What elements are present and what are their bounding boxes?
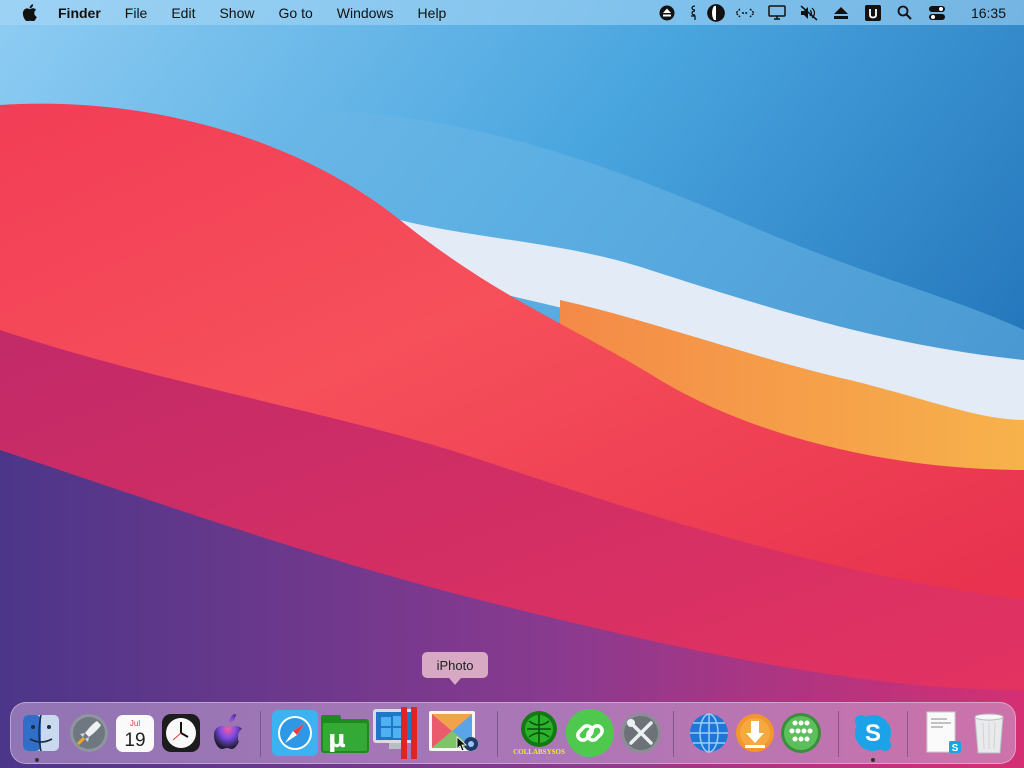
dock-separator bbox=[497, 711, 498, 757]
dock-skype[interactable]: S bbox=[847, 707, 899, 759]
desktop-wallpaper bbox=[0, 0, 1024, 768]
collabsysos-globe-icon: COLLABSYSOS bbox=[513, 711, 565, 756]
display-icon[interactable] bbox=[761, 0, 793, 25]
apple-music-icon bbox=[214, 714, 242, 749]
dock-collabsysos[interactable]: COLLABSYSOS bbox=[513, 707, 565, 759]
control-center-icon[interactable] bbox=[921, 0, 953, 25]
apple-logo-icon[interactable] bbox=[0, 4, 58, 21]
menu-help[interactable]: Help bbox=[406, 0, 459, 25]
dock-separator bbox=[838, 711, 839, 757]
utorrent-folder-icon: µ bbox=[321, 715, 369, 753]
calendar-day: 19 bbox=[124, 730, 145, 751]
dock: Jul 19 µ COLLABSYSOS S S bbox=[10, 702, 1016, 764]
chain-link-icon bbox=[566, 709, 614, 757]
dock-downloader[interactable] bbox=[729, 707, 781, 759]
menu-edit[interactable]: Edit bbox=[159, 0, 207, 25]
menu-bar: Finder File Edit Show Go to Windows Help bbox=[0, 0, 1024, 25]
dark-mode-toggle-icon[interactable] bbox=[703, 0, 729, 25]
keyboard-layout-icon[interactable] bbox=[683, 0, 703, 25]
eject-circle-icon[interactable] bbox=[651, 0, 683, 25]
collabsysos-label: COLLABSYSOS bbox=[513, 748, 565, 756]
calendar-icon: Jul 19 bbox=[116, 715, 154, 752]
finder-icon bbox=[23, 714, 59, 752]
dock-document-stack[interactable]: S bbox=[917, 707, 969, 759]
calendar-month: Jul bbox=[130, 719, 140, 728]
menu-file[interactable]: File bbox=[113, 0, 160, 25]
menu-go-to[interactable]: Go to bbox=[267, 0, 325, 25]
dock-safari[interactable] bbox=[269, 707, 321, 759]
dock-system-utilities[interactable] bbox=[615, 707, 667, 759]
launchpad-rocket-icon bbox=[70, 714, 108, 752]
dock-apple-music[interactable] bbox=[201, 707, 253, 759]
dock-separator bbox=[907, 711, 908, 757]
svg-text:µ: µ bbox=[328, 725, 346, 753]
parallels-monitor-icon bbox=[373, 707, 417, 759]
eject-icon[interactable] bbox=[825, 0, 857, 25]
iphoto-icon bbox=[429, 711, 478, 752]
tools-icon bbox=[621, 713, 661, 753]
menu-windows[interactable]: Windows bbox=[325, 0, 406, 25]
dock-finder[interactable] bbox=[15, 707, 67, 759]
dock-clock[interactable] bbox=[155, 707, 207, 759]
svg-text:S: S bbox=[865, 720, 881, 747]
globe-icon bbox=[690, 713, 728, 753]
clock-icon bbox=[162, 714, 200, 752]
trash-icon bbox=[974, 713, 1004, 754]
menu-show[interactable]: Show bbox=[207, 0, 266, 25]
dock-separator bbox=[260, 711, 261, 757]
dock-iphoto[interactable] bbox=[427, 707, 479, 759]
dock-calendar[interactable]: Jul 19 bbox=[109, 707, 161, 759]
dock-link-app[interactable] bbox=[564, 707, 616, 759]
svg-text:S: S bbox=[952, 743, 959, 754]
skype-running-indicator bbox=[871, 758, 875, 762]
skype-icon: S bbox=[855, 715, 891, 751]
code-brackets-icon[interactable] bbox=[729, 0, 761, 25]
people-group-icon bbox=[781, 713, 821, 753]
dock-parallels-desktop[interactable] bbox=[371, 707, 423, 759]
dock-utorrent[interactable]: µ bbox=[319, 707, 371, 759]
menu-bar-status: 16:35 bbox=[651, 0, 1024, 25]
safari-compass-icon bbox=[272, 710, 318, 756]
download-arrow-icon bbox=[736, 714, 774, 752]
menu-clock[interactable]: 16:35 bbox=[953, 5, 1014, 21]
search-icon[interactable] bbox=[889, 0, 921, 25]
dock-trash[interactable] bbox=[963, 707, 1015, 759]
sound-muted-icon[interactable] bbox=[793, 0, 825, 25]
document-icon: S bbox=[926, 711, 961, 754]
dock-community[interactable] bbox=[775, 707, 827, 759]
dock-tooltip: iPhoto bbox=[422, 652, 488, 685]
dock-launchpad[interactable] bbox=[63, 707, 115, 759]
dock-network-globe[interactable] bbox=[683, 707, 735, 759]
dock-separator bbox=[673, 711, 674, 757]
finder-running-indicator bbox=[35, 758, 39, 762]
ublock-icon[interactable] bbox=[857, 0, 889, 25]
menu-bar-left: Finder File Edit Show Go to Windows Help bbox=[0, 0, 458, 25]
menu-app-name[interactable]: Finder bbox=[58, 0, 113, 25]
